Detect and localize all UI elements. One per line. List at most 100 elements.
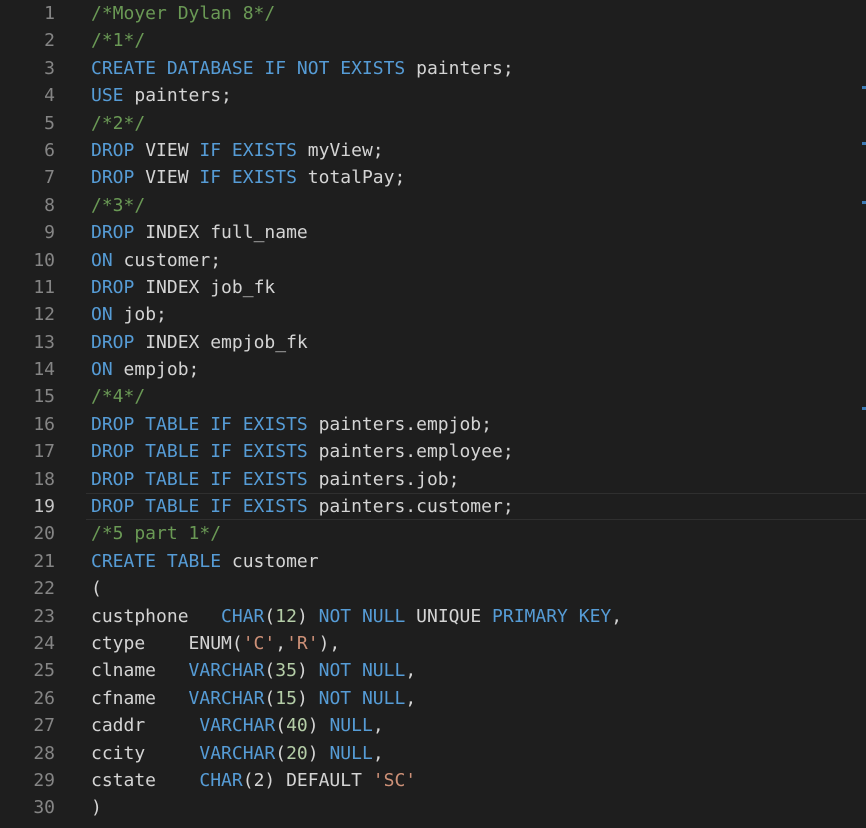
token-keyword: NULL [329, 742, 373, 764]
code-line[interactable]: 22 ( [0, 575, 866, 602]
token-keyword: DROP [91, 167, 135, 189]
code-line[interactable]: 14 ON empjob; [0, 356, 866, 383]
token-keyword: NOT NULL [318, 605, 406, 627]
line-code: DROP VIEW IF EXISTS totalPay; [91, 164, 405, 191]
token-plain: , [372, 742, 384, 764]
code-line[interactable]: 6 DROP VIEW IF EXISTS myView; [0, 137, 866, 164]
code-line[interactable]: 20 /*5 part 1*/ [0, 520, 866, 547]
code-line[interactable]: 7 DROP VIEW IF EXISTS totalPay; [0, 164, 866, 191]
code-line[interactable]: 1 /*Moyer Dylan 8*/ [0, 0, 866, 27]
code-line[interactable]: 21 CREATE TABLE customer [0, 548, 866, 575]
token-plain: customer; [112, 249, 222, 271]
line-number: 24 [33, 632, 55, 654]
token-string: 'SC' [372, 769, 417, 791]
token-string: 'R' [286, 632, 319, 654]
scrollbar-marker [862, 86, 866, 89]
token-keyword: VARCHAR [199, 742, 276, 764]
code-line[interactable]: 28 ccity VARCHAR(20) NULL, [0, 740, 866, 767]
scrollbar-marker [862, 142, 866, 145]
token-number: 15 [275, 687, 297, 709]
token-plain: ) [296, 687, 319, 709]
token-plain: empjob; [112, 359, 200, 381]
code-line[interactable]: 25 clname VARCHAR(35) NOT NULL, [0, 657, 866, 684]
token-keyword: IF EXISTS [199, 139, 297, 161]
token-plain: , [372, 715, 384, 737]
line-code: DROP TABLE IF EXISTS painters.customer; [91, 493, 514, 520]
token-plain: INDEX job_fk [134, 276, 276, 298]
code-line[interactable]: 15 /*4*/ [0, 383, 866, 410]
token-keyword: USE [91, 85, 124, 107]
line-code: DROP INDEX empjob_fk [91, 329, 308, 356]
code-line[interactable]: 2 /*1*/ [0, 27, 866, 54]
scrollbar-marker [862, 407, 866, 410]
token-plain: ) [296, 660, 319, 682]
line-code: cstate CHAR(2) DEFAULT 'SC' [91, 767, 416, 794]
line-number: 22 [33, 578, 55, 600]
scrollbar-overview-ruler[interactable] [860, 0, 866, 828]
line-number: 4 [44, 85, 55, 107]
token-keyword: DROP TABLE IF EXISTS [91, 441, 308, 463]
line-code: ccity VARCHAR(20) NULL, [91, 740, 384, 767]
token-number: 35 [275, 660, 297, 682]
code-line[interactable]: 23 custphone CHAR(12) NOT NULL UNIQUE PRI… [0, 603, 866, 630]
code-line[interactable]: 4 USE painters; [0, 82, 866, 109]
code-line[interactable]: 9 DROP INDEX full_name [0, 219, 866, 246]
token-number: 12 [275, 605, 297, 627]
token-plain: ccity [91, 742, 200, 764]
token-keyword: DROP [91, 276, 135, 298]
token-keyword: CREATE DATABASE IF NOT EXISTS [91, 57, 406, 79]
token-number: 40 [286, 715, 308, 737]
code-line[interactable]: 12 ON job; [0, 301, 866, 328]
token-plain: ) [307, 742, 330, 764]
token-keyword: DROP TABLE IF EXISTS [91, 496, 308, 518]
token-keyword: CHAR [221, 605, 265, 627]
line-number: 28 [33, 742, 55, 764]
code-line[interactable]: 11 DROP INDEX job_fk [0, 274, 866, 301]
line-number: 6 [44, 139, 55, 161]
line-code: USE painters; [91, 82, 232, 109]
line-code: CREATE TABLE customer [91, 548, 319, 575]
code-line[interactable]: 19 DROP TABLE IF EXISTS painters.customer… [0, 493, 866, 521]
line-number: 3 [44, 57, 55, 79]
token-plain: painters.customer; [307, 496, 514, 518]
code-line[interactable]: 24 ctype ENUM('C','R'), [0, 630, 866, 657]
code-line[interactable]: 5 /*2*/ [0, 110, 866, 137]
line-code: DROP TABLE IF EXISTS painters.employee; [91, 438, 514, 465]
line-number: 20 [33, 523, 55, 545]
line-code: clname VARCHAR(35) NOT NULL, [91, 657, 416, 684]
line-number: 2 [44, 30, 55, 52]
line-code: /*Moyer Dylan 8*/ [91, 0, 275, 27]
token-plain: painters; [405, 57, 514, 79]
line-number: 8 [44, 194, 55, 216]
line-code: DROP VIEW IF EXISTS myView; [91, 137, 384, 164]
line-code: DROP TABLE IF EXISTS painters.empjob; [91, 411, 492, 438]
code-line[interactable]: 27 caddr VARCHAR(40) NULL, [0, 712, 866, 739]
line-number: 1 [44, 3, 55, 24]
line-number: 16 [33, 413, 55, 435]
code-line[interactable]: 18 DROP TABLE IF EXISTS painters.job; [0, 466, 866, 493]
code-line[interactable]: 16 DROP TABLE IF EXISTS painters.empjob; [0, 411, 866, 438]
code-line[interactable]: 8 /*3*/ [0, 192, 866, 219]
line-code: caddr VARCHAR(40) NULL, [91, 712, 384, 739]
code-line[interactable]: 30) [0, 794, 866, 821]
token-plain: painters.empjob; [307, 413, 492, 435]
token-plain: , [275, 632, 287, 654]
code-editor[interactable]: 1 /*Moyer Dylan 8*/ 2 /*1*/ 3 CREATE DATABASE… [0, 0, 866, 828]
token-plain: totalPay; [296, 167, 406, 189]
token-plain: ctype ENUM( [91, 632, 243, 654]
token-keyword: VARCHAR [188, 687, 265, 709]
token-plain: , [611, 605, 623, 627]
token-keyword: NOT NULL [318, 660, 406, 682]
code-line[interactable]: 13 DROP INDEX empjob_fk [0, 329, 866, 356]
code-line[interactable]: 26 cfname VARCHAR(15) NOT NULL, [0, 685, 866, 712]
token-plain: painters.employee; [307, 441, 514, 463]
code-line[interactable]: 29 cstate CHAR(2) DEFAULT 'SC' [0, 767, 866, 794]
token-plain: customer [221, 550, 319, 572]
token-plain: , [405, 660, 417, 682]
code-line[interactable]: 17 DROP TABLE IF EXISTS painters.employee… [0, 438, 866, 465]
line-number: 19 [33, 496, 55, 518]
token-plain: ( [264, 660, 276, 682]
line-number: 18 [33, 468, 55, 490]
code-line[interactable]: 10 ON customer; [0, 247, 866, 274]
code-line[interactable]: 3 CREATE DATABASE IF NOT EXISTS painters; [0, 55, 866, 82]
